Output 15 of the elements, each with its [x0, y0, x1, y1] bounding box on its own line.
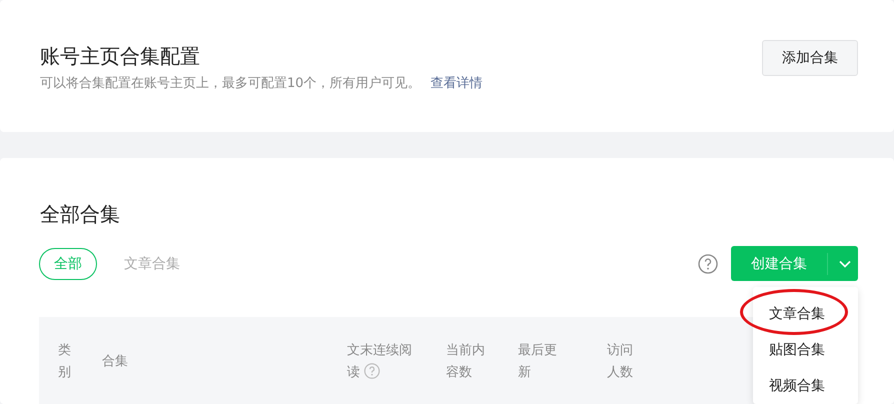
add-collection-button[interactable]: 添加合集: [762, 40, 858, 76]
menu-item[interactable]: 贴图合集: [753, 332, 858, 368]
help-icon[interactable]: [698, 254, 718, 274]
column-header: 访问人数: [607, 342, 634, 382]
details-link[interactable]: 查看详情: [430, 75, 483, 93]
column-header: 当前内容数: [446, 342, 486, 382]
description-text: 可以将合集配置在账号主页上，最多可配置10个，所有用户可见。: [40, 75, 421, 93]
menu-item[interactable]: 视频合集: [753, 368, 858, 404]
section-title: 账号主页合集配置: [40, 43, 201, 69]
section-title: 全部合集: [39, 201, 121, 227]
column-header: 合集: [102, 353, 128, 371]
help-icon[interactable]: [364, 363, 380, 379]
column-header: 文末连续阅读: [347, 342, 413, 382]
column-header: 类别: [58, 342, 72, 382]
column-header: 最后更新: [518, 342, 558, 382]
